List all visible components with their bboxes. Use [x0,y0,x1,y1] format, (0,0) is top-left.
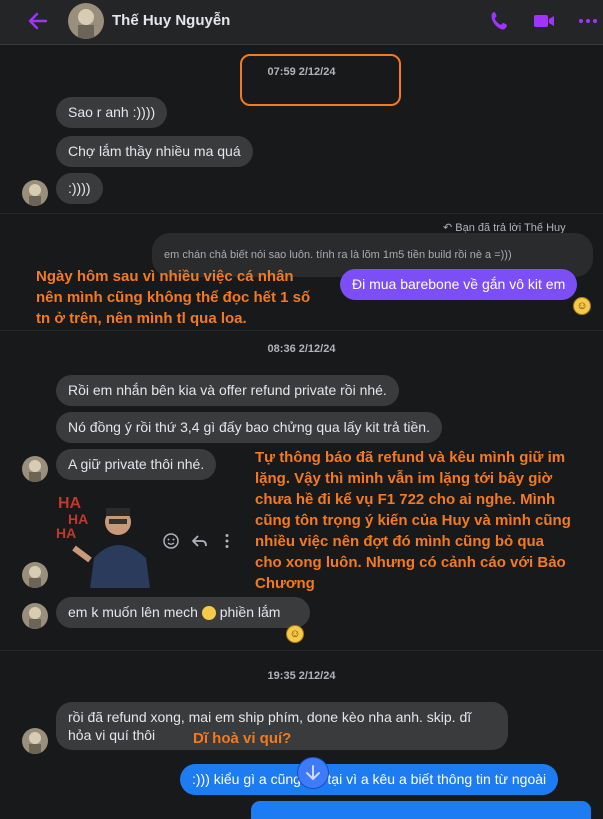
more-options-icon[interactable] [576,9,600,33]
laughing-sticker[interactable]: HA HA HA [54,488,158,588]
contact-avatar[interactable] [68,3,104,39]
reply-icon[interactable] [190,532,208,550]
contact-avatar-small [22,562,48,588]
contact-avatar-small [22,456,48,482]
sent-message[interactable]: Đi mua barebone về gắn vô kit em [340,269,578,300]
more-actions-icon[interactable] [218,532,236,550]
received-message[interactable]: :)))) [56,173,103,204]
react-emoji-icon[interactable] [162,532,180,550]
received-message[interactable]: Nó đồng ý rồi thứ 3,4 gì đấy bao chửng q… [56,412,442,443]
received-message[interactable]: Chợ lắm thầy nhiều ma quá [56,136,253,167]
tongue-emoji-icon [201,606,216,621]
timestamp: 19:35 2/12/24 [267,670,336,682]
contact-name[interactable]: Thế Huy Nguyễn [112,12,230,29]
scroll-to-bottom-button[interactable] [297,757,329,789]
phone-call-icon[interactable] [488,9,512,33]
received-message[interactable]: Sao r anh :)))) [56,97,168,128]
svg-text:HA: HA [56,525,76,541]
emoji-reaction-icon: ☺ [573,297,591,315]
timestamp: 08:36 2/12/24 [267,343,336,355]
svg-text:HA: HA [58,495,82,512]
video-call-icon[interactable] [532,9,556,33]
sent-message[interactable]: :))) kiểu gì a cũng l n, tại vì a kêu a … [180,764,559,795]
arrow-down-icon [306,765,320,781]
emoji-reaction-icon: ☺ [286,625,304,643]
timestamp-highlight-box [240,54,401,106]
timestamp: 07:59 2/12/24 [267,66,336,78]
contact-avatar-small [22,603,48,629]
contact-avatar-small [22,728,48,754]
received-message[interactable]: A giữ private thôi nhé. [56,449,217,480]
chat-header: Thế Huy Nguyễn [0,0,603,45]
annotation-text: Dĩ hoà vi quí? [193,730,292,747]
back-arrow-icon[interactable] [26,9,50,33]
annotation-text: Tự thông báo đã refund và kêu mình giữ i… [255,449,571,592]
received-message[interactable]: Rồi em nhắn bên kia và offer refund priv… [56,375,399,406]
received-message[interactable]: em k muốn lên mech phiền lắm [56,597,310,628]
sent-message-partial[interactable] [251,801,591,819]
contact-avatar-small [22,180,48,206]
annotation-text: Ngày hôm sau vì nhiều việc cá nhân nên m… [36,268,311,327]
